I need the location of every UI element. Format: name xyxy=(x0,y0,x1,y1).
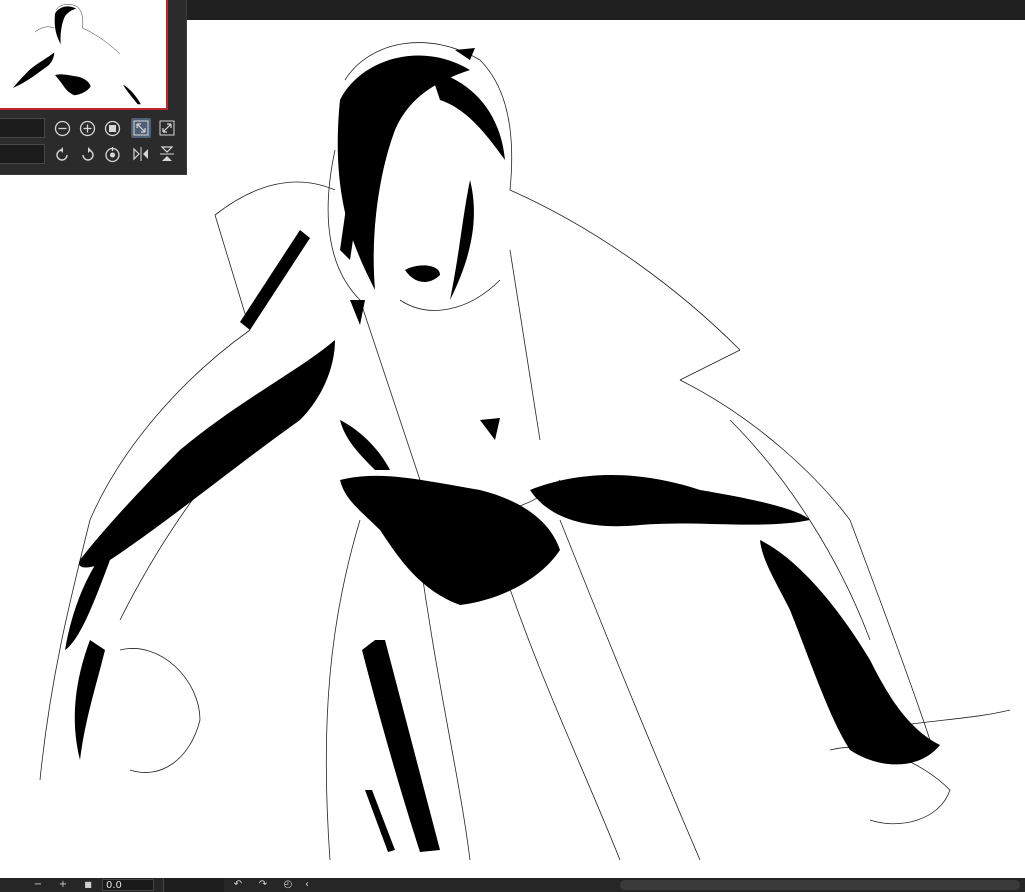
zoom-in-icon[interactable] xyxy=(77,118,97,138)
fit-window-icon[interactable] xyxy=(157,118,177,138)
navigator-row-zoom xyxy=(0,118,186,140)
zoom-in-button[interactable]: + xyxy=(55,878,71,892)
navigator-thumbnail xyxy=(12,3,141,105)
actual-size-icon[interactable] xyxy=(102,118,122,138)
zoom-slider[interactable] xyxy=(163,878,224,892)
zoom-out-icon[interactable] xyxy=(52,118,72,138)
navigator-preview[interactable] xyxy=(0,0,168,110)
fit-view-icon[interactable] xyxy=(131,118,151,138)
zoom-slider[interactable] xyxy=(0,118,45,138)
rotate-right-button[interactable]: ↷ xyxy=(255,878,271,892)
rotate-left-button[interactable]: ↶ xyxy=(230,878,246,892)
reset-rotation-button[interactable]: ◴ xyxy=(280,878,296,892)
flip-horizontal-icon[interactable] xyxy=(131,144,151,164)
fit-screen-button[interactable]: ■ xyxy=(80,878,96,892)
horizontal-scrollbar[interactable] xyxy=(620,880,1020,890)
navigator-panel xyxy=(0,0,187,175)
rotate-right-icon[interactable] xyxy=(77,144,97,164)
zoom-input[interactable]: 0.0 xyxy=(102,879,154,891)
reset-rotation-icon[interactable] xyxy=(102,144,122,164)
scroll-left-button[interactable]: ‹ xyxy=(300,878,314,892)
navigator-row-rotate xyxy=(0,144,186,166)
rotation-slider[interactable] xyxy=(0,144,45,164)
rotate-left-icon[interactable] xyxy=(52,144,72,164)
flip-vertical-icon[interactable] xyxy=(157,144,177,164)
zoom-out-button[interactable]: − xyxy=(30,878,46,892)
status-bar: − + ■ 0.0 ↶ ↷ ◴ ‹ xyxy=(0,878,1025,892)
